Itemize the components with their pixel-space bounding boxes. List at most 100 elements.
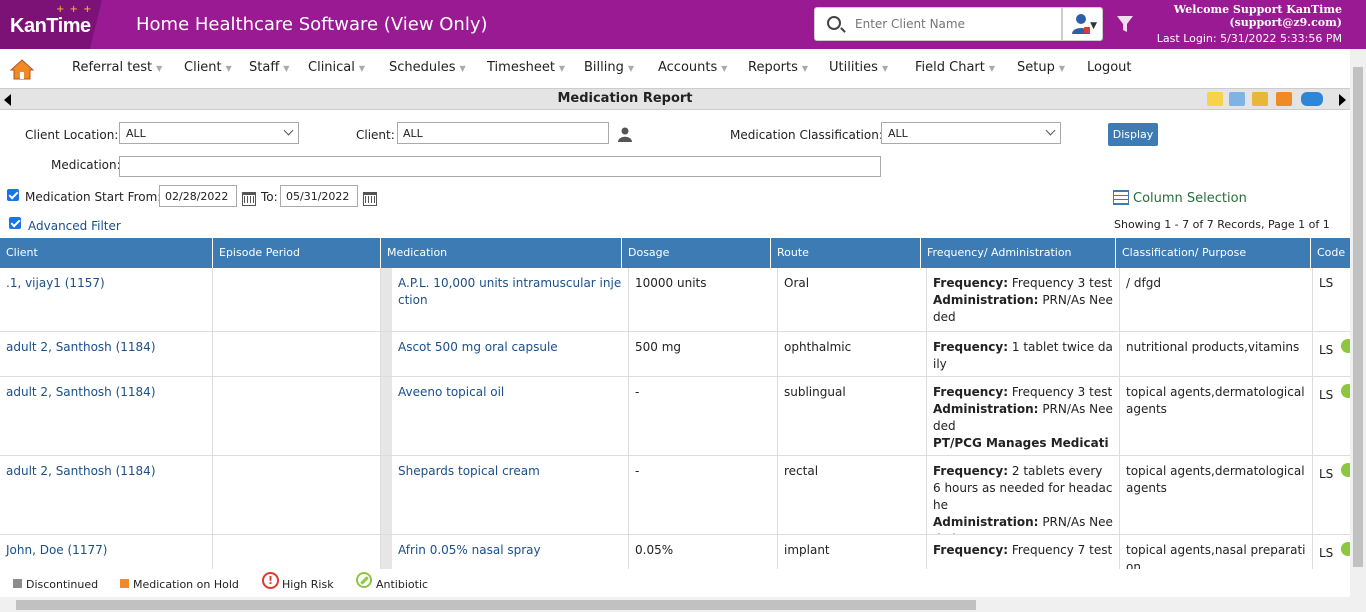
home-icon[interactable]	[10, 58, 34, 80]
col-frequency[interactable]: Frequency/ Administration	[921, 238, 1116, 268]
nav-clinical[interactable]: Clinical ▼	[308, 60, 365, 75]
col-client[interactable]: Client	[0, 238, 213, 268]
report-title-bar: Medication Report	[0, 88, 1350, 110]
scroll-right-arrow-icon[interactable]	[1339, 94, 1346, 106]
search-type-dropdown[interactable]: ▼	[1062, 7, 1103, 41]
caret-down-icon: ▼	[225, 64, 232, 73]
cell-medication[interactable]: A.P.L. 10,000 units intramuscular inject…	[392, 268, 629, 331]
on-hold-swatch	[120, 579, 129, 588]
cell-medication[interactable]: Afrin 0.05% nasal spray	[392, 535, 629, 569]
nav-logout[interactable]: Logout	[1087, 60, 1132, 75]
chevron-down-icon	[1045, 125, 1056, 136]
cell-medication[interactable]: Aveeno topical oil	[392, 377, 629, 455]
nav-field-chart[interactable]: Field Chart ▼	[915, 60, 995, 75]
horizontal-scrollbar[interactable]	[0, 597, 1366, 612]
vertical-scrollbar[interactable]	[1350, 49, 1366, 597]
cell-client[interactable]: adult 2, Santhosh (1184)	[0, 377, 213, 455]
col-route[interactable]: Route	[771, 238, 921, 268]
table-row: John, Doe (1177) Afrin 0.05% nasal spray…	[0, 535, 1355, 569]
advanced-filter-link[interactable]: Advanced Filter	[28, 219, 121, 233]
nav-utilities[interactable]: Utilities ▼	[829, 60, 888, 75]
frequency-line: Frequency: 1 tablet twice daily	[933, 339, 1113, 373]
kantime-logo[interactable]: KanTime + + +	[0, 0, 102, 49]
column-selection-icon[interactable]	[1113, 190, 1129, 205]
col-dosage[interactable]: Dosage	[622, 238, 771, 268]
cell-dosage: 10000 units	[629, 268, 778, 331]
user-email: (support@z9.com)	[1229, 16, 1342, 29]
col-episode-period[interactable]: Episode Period	[213, 238, 381, 268]
managed-by-note: PT/PCG Manages Medication	[933, 436, 1109, 455]
page-title: Medication Report	[557, 91, 693, 106]
document-icon[interactable]	[1229, 92, 1245, 106]
vertical-scroll-thumb[interactable]	[1353, 67, 1363, 567]
export-icon[interactable]	[1252, 92, 1268, 106]
nav-label: Logout	[1087, 60, 1132, 75]
frequency-value: Frequency 3 test	[1011, 276, 1113, 290]
col-code[interactable]: Code	[1311, 238, 1350, 268]
start-date-checkbox[interactable]	[7, 189, 19, 201]
nav-timesheet[interactable]: Timesheet ▼	[487, 60, 565, 75]
welcome-text: Welcome Support KanTime	[1173, 3, 1342, 16]
legend-antibiotic: Antibiotic	[376, 578, 429, 591]
logo-sparkle-icon: + + +	[56, 4, 93, 15]
caret-down-icon: ▼	[988, 64, 996, 73]
cell-route: rectal	[778, 456, 927, 534]
display-button[interactable]: Display	[1108, 123, 1158, 146]
start-from-input[interactable]: 02/28/2022	[159, 185, 237, 207]
client-search-box	[814, 7, 1062, 41]
cell-client[interactable]: John, Doe (1177)	[0, 535, 213, 569]
search-icon[interactable]	[827, 16, 841, 30]
frequency-label: Frequency:	[933, 385, 1009, 399]
nav-schedules[interactable]: Schedules ▼	[389, 60, 466, 75]
cell-client[interactable]: .1, vijay1 (1157)	[0, 268, 213, 331]
advanced-filter-checkbox[interactable]	[9, 217, 21, 229]
antibiotic-icon	[356, 572, 372, 588]
caret-down-icon: ▼	[558, 64, 566, 73]
cell-client[interactable]: adult 2, Santhosh (1184)	[0, 332, 213, 376]
nav-reports[interactable]: Reports ▼	[748, 60, 808, 75]
nav-client[interactable]: Client ▼	[184, 60, 232, 75]
nav-label: Billing	[584, 60, 624, 75]
classification-label: Medication Classification:	[730, 128, 883, 142]
col-classification[interactable]: Classification/ Purpose	[1116, 238, 1311, 268]
cell-dosage: -	[629, 456, 778, 534]
column-selection-link[interactable]: Column Selection	[1133, 191, 1247, 206]
cell-code: LS	[1319, 276, 1334, 290]
start-from-label: Medication Start From:	[25, 190, 162, 204]
client-location-select[interactable]: ALL	[119, 122, 299, 144]
client-search-input[interactable]	[855, 14, 1055, 34]
nav-billing[interactable]: Billing ▼	[584, 60, 634, 75]
nav-setup[interactable]: Setup ▼	[1017, 60, 1065, 75]
cell-frequency: Frequency: Frequency 3 test Administrati…	[927, 377, 1120, 455]
to-date-input[interactable]: 05/31/2022	[280, 185, 358, 207]
cell-frequency: Frequency: Frequency 7 test	[927, 535, 1120, 569]
nav-label: Accounts	[658, 60, 718, 75]
logo-text: KanTime	[10, 15, 91, 37]
medication-input[interactable]	[119, 156, 881, 177]
col-medication[interactable]: Medication	[381, 238, 622, 268]
horizontal-scroll-thumb[interactable]	[16, 600, 976, 610]
note-icon[interactable]	[1207, 92, 1223, 106]
nav-accounts[interactable]: Accounts ▼	[658, 60, 727, 75]
discontinued-swatch	[13, 579, 22, 588]
calendar-icon[interactable]	[242, 192, 256, 206]
email-icon[interactable]	[1276, 92, 1292, 106]
client-input[interactable]: ALL	[397, 122, 609, 144]
app-title: Home Healthcare Software (View Only)	[136, 14, 488, 35]
person-icon[interactable]	[618, 127, 632, 142]
row-grip	[381, 268, 392, 331]
nav-referral-test[interactable]: Referral test ▼	[72, 60, 162, 75]
nav-staff[interactable]: Staff ▼	[249, 60, 289, 75]
classification-select[interactable]: ALL	[881, 122, 1061, 144]
cell-client[interactable]: adult 2, Santhosh (1184)	[0, 456, 213, 534]
cell-medication[interactable]: Shepards topical cream	[392, 456, 629, 534]
chat-icon[interactable]	[1301, 92, 1323, 106]
cell-medication[interactable]: Ascot 500 mg oral capsule	[392, 332, 629, 376]
filter-icon[interactable]	[1116, 15, 1134, 33]
medication-label: Medication:	[51, 158, 121, 172]
last-login: Last Login: 5/31/2022 5:33:56 PM	[1156, 32, 1342, 45]
caret-down-icon: ▼	[801, 64, 809, 73]
nav-label: Referral test	[72, 60, 153, 75]
frequency-label: Frequency:	[933, 464, 1009, 478]
calendar-icon[interactable]	[363, 192, 377, 206]
